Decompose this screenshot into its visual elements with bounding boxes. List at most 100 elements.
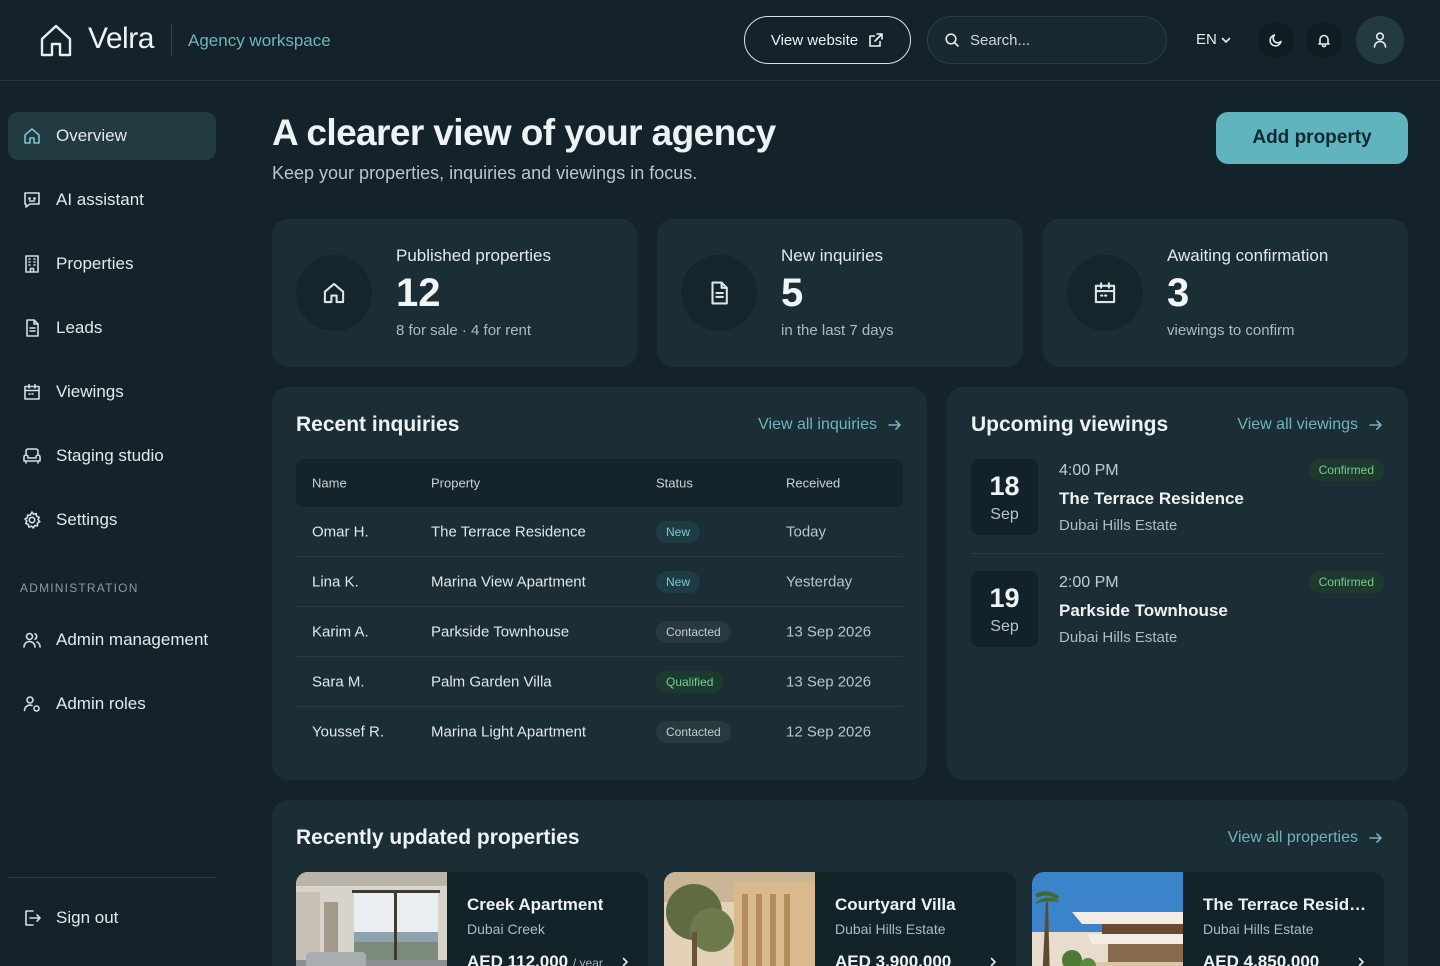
notifications-button[interactable] [1306,22,1342,58]
cell-received: Yesterday [786,573,853,590]
viewing-item[interactable]: 18 Sep 4:00 PM The Terrace Residence Dub… [971,459,1384,559]
sign-out-button[interactable]: Sign out [8,894,216,942]
sidebar-item-overview[interactable]: Overview [8,112,216,160]
view-all-inquiries-link[interactable]: View all inquiries [758,416,903,434]
sidebar-item-properties[interactable]: Properties [8,240,216,288]
status-badge: Contacted [656,721,731,743]
property-price: AED 3,900,000 [835,952,951,966]
column-header-status[interactable]: Status [656,476,693,491]
arrow-right-icon [888,420,901,430]
arrow-right-icon [1369,420,1382,430]
price-value: AED 112,000 [467,952,569,966]
stat-value: 12 [396,271,441,315]
cell-received: Today [786,523,827,540]
upcoming-viewings-title: Upcoming viewings [971,413,1169,436]
sidebar-item-settings[interactable]: Settings [8,496,216,544]
table-row[interactable]: Youssef R. Marina Light Apartment Contac… [296,707,903,757]
home-icon [323,282,345,304]
viewing-property: The Terrace Residence [1059,489,1244,508]
stat-note: in the last 7 days [781,322,894,339]
recent-inquiries-card: Recent inquiries View all inquiries Name… [272,387,927,780]
cell-received: 13 Sep 2026 [786,673,872,690]
property-area: Dubai Hills Estate [1203,921,1314,937]
add-property-button[interactable]: Add property [1216,112,1408,164]
chevron-down-icon [1221,37,1231,43]
sidebar-item-label: Properties [56,254,134,273]
column-header-name[interactable]: Name [312,476,347,491]
search-box[interactable] [927,16,1167,64]
upcoming-viewings-card: Upcoming viewings View all viewings 18 S… [947,387,1408,780]
cell-name: Lina K. [312,573,359,590]
viewing-property: Parkside Townhouse [1059,601,1228,620]
view-all-viewings-link[interactable]: View all viewings [1237,416,1384,434]
sidebar-divider [8,877,216,878]
language-selector[interactable]: EN [1196,31,1232,48]
sidebar-item-admin-management[interactable]: Admin management [8,616,216,664]
sidebar-item-admin-roles[interactable]: Admin roles [8,680,216,728]
table-row[interactable]: Omar H. The Terrace Residence New Today [296,507,903,557]
link-label: View all viewings [1237,416,1358,433]
table-row[interactable]: Lina K. Marina View Apartment New Yester… [296,557,903,607]
view-website-label: View website [770,31,859,49]
property-name: Creek Apartment [467,895,604,914]
page-title: A clearer view of your agency [272,112,776,153]
table-header: Name Property Status Received [296,459,903,507]
calendar-icon [1094,282,1116,304]
house-logo-icon [40,24,72,57]
search-input[interactable] [970,31,1150,49]
sidebar-item-viewings[interactable]: Viewings [8,368,216,416]
sofa-icon [23,448,41,464]
property-photo-residence [1032,872,1183,966]
sidebar-item-label: Settings [56,510,118,529]
property-name: The Terrace Residence [1203,895,1368,914]
stat-card-awaiting-confirmation[interactable]: Awaiting confirmation 3 viewings to conf… [1043,219,1408,367]
column-header-property[interactable]: Property [431,476,480,491]
viewing-area: Dubai Hills Estate [1059,517,1178,534]
sidebar-item-label: Staging studio [56,446,164,465]
page-subtitle: Keep your properties, inquiries and view… [272,163,698,183]
stat-value: 3 [1167,271,1190,315]
user-roles-icon [23,696,40,712]
property-photo-interior [296,872,447,966]
property-card[interactable]: Courtyard Villa Dubai Hills Estate AED 3… [664,872,1016,966]
sidebar-item-leads[interactable]: Leads [8,304,216,352]
column-header-received[interactable]: Received [786,476,840,491]
arrow-right-icon [1369,833,1382,843]
brand-name[interactable]: Velra [88,22,154,56]
gear-icon [24,511,41,529]
calendar-icon [24,383,40,400]
stat-card-new-inquiries[interactable]: New inquiries 5 in the last 7 days [657,219,1023,367]
date-month: Sep [990,506,1019,523]
sidebar-item-label: Admin roles [56,694,146,713]
sidebar-item-staging-studio[interactable]: Staging studio [8,432,216,480]
chevron-right-icon [990,957,996,966]
moon-icon [1269,34,1282,47]
user-avatar-button[interactable] [1356,16,1404,64]
status-badge: Qualified [656,670,724,693]
status-badge-cell: Contacted [656,721,731,743]
stat-label: Awaiting confirmation [1167,246,1329,265]
property-card[interactable]: The Terrace Residence Dubai Hills Estate… [1032,872,1384,966]
status-badge-cell: New [656,570,701,593]
document-icon [26,319,39,337]
viewing-item[interactable]: 19 Sep 2:00 PM Parkside Townhouse Dubai … [971,571,1384,671]
chevron-right-icon [622,957,628,966]
property-name: Courtyard Villa [835,895,956,914]
stat-note: viewings to confirm [1167,322,1295,339]
date-day: 19 [989,583,1020,613]
sign-out-label: Sign out [56,908,119,927]
status-badge-cell: Contacted [656,620,731,643]
top-bar: Velra Agency workspace View website EN [0,0,1440,81]
dark-mode-toggle[interactable] [1258,22,1294,58]
stat-icon-wrapper [296,255,372,331]
stat-card-published-properties[interactable]: Published properties 12 8 for sale · 4 f… [272,219,637,367]
property-card[interactable]: Creek Apartment Dubai Creek AED 112,000 … [296,872,648,966]
table-row[interactable]: Karim A. Parkside Townhouse Contacted 13… [296,607,903,657]
sidebar-item-label: AI assistant [56,190,144,209]
sidebar-item-ai-assistant[interactable]: AI assistant [8,176,216,224]
view-all-properties-link[interactable]: View all properties [1228,829,1384,847]
view-website-button[interactable]: View website [744,16,911,64]
table-row[interactable]: Sara M. Palm Garden Villa Qualified 13 S… [296,657,903,707]
status-badge-cell: New [656,520,701,543]
cell-name: Omar H. [312,523,369,540]
